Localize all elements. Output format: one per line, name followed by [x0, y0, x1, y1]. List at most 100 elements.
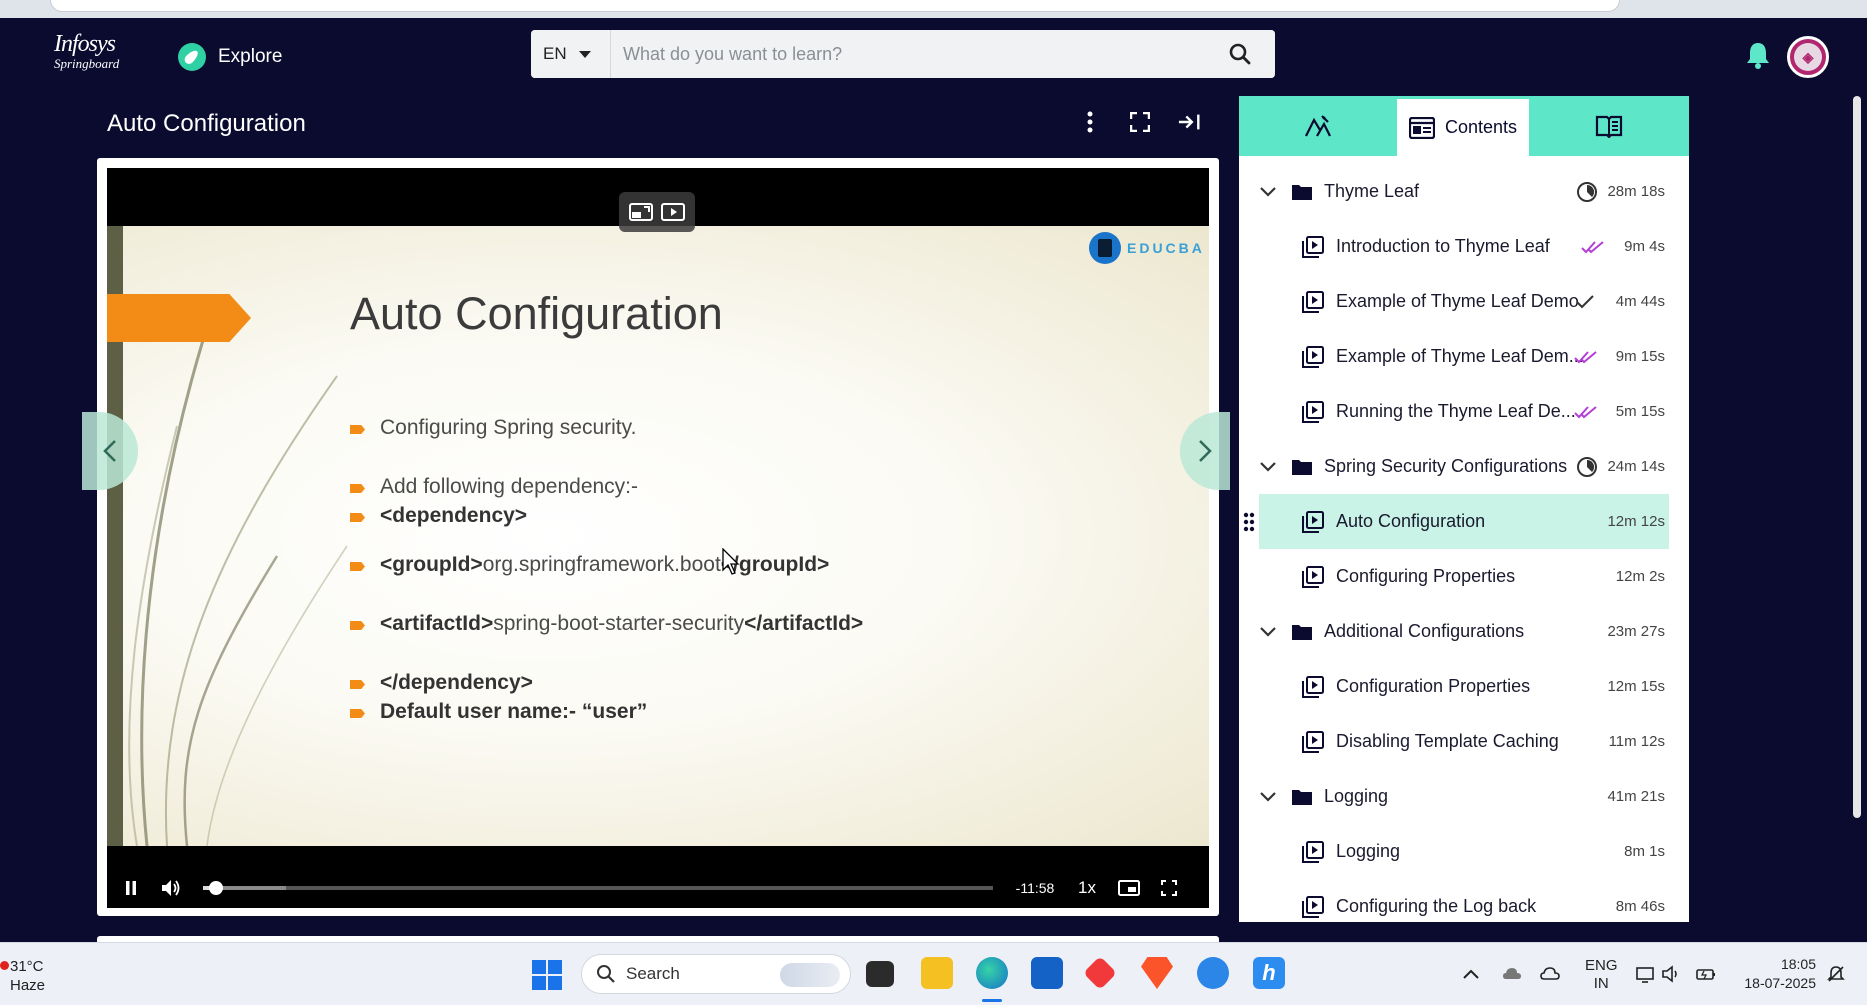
file-explorer-icon[interactable]: [921, 957, 953, 989]
chevron-down-icon[interactable]: [1259, 791, 1277, 803]
lesson-row[interactable]: Example of Thyme Leaf Dem... 9m 15s: [1239, 329, 1689, 384]
tab-book[interactable]: [1529, 96, 1689, 156]
duration: 23m 27s: [1607, 623, 1665, 640]
lesson-row[interactable]: Configuring Properties 12m 2s: [1239, 549, 1689, 604]
chevron-down-icon[interactable]: [1259, 626, 1277, 638]
pause-icon: [126, 881, 136, 895]
language-select[interactable]: EN: [531, 30, 611, 78]
scrollbar-thumb[interactable]: [1853, 96, 1861, 818]
lesson-row[interactable]: Running the Thyme Leaf De... 5m 15s: [1239, 384, 1689, 439]
edge-browser-icon[interactable]: [976, 957, 1008, 989]
chevron-down-icon[interactable]: [1259, 461, 1277, 473]
video-slide: EDUCBA Auto Configuration Configuring Sp…: [107, 226, 1209, 846]
help-app-icon[interactable]: [1197, 957, 1229, 989]
volume-icon: [162, 880, 180, 896]
check-icon: [1576, 294, 1594, 308]
section-name: Additional Configurations: [1324, 621, 1525, 641]
avatar[interactable]: ◈: [1787, 36, 1829, 78]
slide-bullet: <dependency>: [350, 504, 863, 528]
search-input[interactable]: [611, 30, 1205, 78]
lesson-row[interactable]: Configuring the Log back 8m 46s: [1239, 879, 1689, 922]
section-row[interactable]: Additional Configurations 23m 27s: [1239, 604, 1689, 659]
git-app-icon[interactable]: [1083, 956, 1117, 990]
clock-date: 18-07-2025: [1744, 975, 1816, 991]
duration: 12m 15s: [1607, 678, 1665, 695]
page-scrollbar[interactable]: [1853, 96, 1861, 942]
section-row[interactable]: Logging 41m 21s: [1239, 769, 1689, 824]
windows-start-icon[interactable]: [532, 960, 562, 990]
video-lesson-icon: [1302, 840, 1324, 863]
notification-center-icon[interactable]: [1826, 965, 1846, 983]
active-app-indicator: [982, 999, 1002, 1002]
brave-browser-icon[interactable]: [1141, 957, 1173, 989]
chevron-up-icon[interactable]: [1461, 965, 1481, 983]
duration: 8m 1s: [1624, 843, 1665, 860]
playback-speed-button[interactable]: 1x: [1065, 878, 1109, 898]
section-row[interactable]: Spring Security Configurations 24m 14s: [1239, 439, 1689, 494]
collapse-sidebar-button[interactable]: [1178, 110, 1202, 134]
section-row[interactable]: Thyme Leaf 28m 18s: [1239, 164, 1689, 219]
video-lesson-icon: [1302, 345, 1324, 368]
mouse-cursor-icon: [722, 548, 740, 575]
fullscreen-button[interactable]: [1128, 110, 1152, 134]
educba-mark-icon: [1089, 232, 1121, 264]
section-name: Logging: [1324, 786, 1389, 806]
onedrive-icon[interactable]: [1540, 965, 1560, 983]
lesson-row-current[interactable]: Auto Configuration 12m 12s: [1239, 494, 1689, 549]
lesson-name: Configuring Properties: [1336, 566, 1516, 586]
compass-icon: [178, 43, 206, 71]
language-indicator[interactable]: ENG IN: [1585, 957, 1618, 993]
address-bar[interactable]: [50, 0, 1620, 12]
taskbar-search[interactable]: Search: [581, 954, 851, 994]
clock[interactable]: 18:05 18-07-2025: [1734, 955, 1816, 993]
visual-search-icon[interactable]: [660, 200, 686, 224]
video-player[interactable]: EDUCBA Auto Configuration Configuring Sp…: [107, 168, 1209, 908]
duration: 41m 21s: [1607, 788, 1665, 805]
slide-bullet: <groupId>org.springframework.boot</group…: [350, 553, 863, 577]
lesson-row[interactable]: Configuration Properties 12m 15s: [1239, 659, 1689, 714]
explore-button[interactable]: Explore: [178, 42, 282, 72]
duration: 11m 12s: [1608, 733, 1665, 750]
slide-bullet: </dependency>: [350, 671, 863, 695]
player-fullscreen-button[interactable]: [1149, 868, 1189, 908]
lesson-row[interactable]: Disabling Template Caching 11m 12s: [1239, 714, 1689, 769]
cloud-icon[interactable]: [1502, 965, 1522, 983]
lesson-name: Configuring the Log back: [1336, 896, 1537, 916]
lesson-row[interactable]: Logging 8m 1s: [1239, 824, 1689, 879]
seek-bar[interactable]: [203, 881, 993, 895]
tab-contents[interactable]: Contents: [1397, 96, 1529, 156]
pause-button[interactable]: [111, 868, 151, 908]
drag-handle-icon[interactable]: [1243, 512, 1255, 532]
task-view-icon[interactable]: [866, 961, 894, 987]
network-icon[interactable]: [1636, 965, 1656, 983]
notifications-button[interactable]: [1744, 40, 1772, 70]
sidebar-tabs: Contents: [1239, 96, 1689, 156]
caret-down-icon: [578, 50, 591, 58]
seek-handle[interactable]: [208, 881, 223, 895]
lesson-title: Auto Configuration: [107, 110, 306, 137]
section-name: Thyme Leaf: [1324, 181, 1420, 201]
infosys-springboard-logo[interactable]: Infosys Springboard: [54, 32, 119, 70]
volume-button[interactable]: [151, 868, 191, 908]
hackerrank-icon[interactable]: h: [1253, 957, 1285, 989]
player-toolbar: [1078, 110, 1202, 134]
lesson-name: Disabling Template Caching: [1336, 731, 1559, 751]
speaker-icon[interactable]: [1662, 965, 1682, 983]
windows-taskbar: 31°C Haze Search h ENG IN 18:05 18-07-20…: [0, 942, 1867, 1005]
chevron-down-icon[interactable]: [1259, 186, 1277, 198]
search-button[interactable]: [1205, 30, 1275, 78]
educba-logo: EDUCBA: [1089, 232, 1205, 264]
lesson-row[interactable]: Example of Thyme Leaf Demo 4m 44s: [1239, 274, 1689, 329]
battery-icon[interactable]: [1696, 965, 1716, 983]
duration: 5m 15s: [1615, 403, 1665, 420]
contents-icon: [1408, 116, 1435, 139]
miniplayer-button[interactable]: [1109, 868, 1149, 908]
microsoft-store-icon[interactable]: [1031, 957, 1063, 989]
tab-notes[interactable]: [1239, 96, 1397, 156]
duration: 9m 15s: [1615, 348, 1665, 365]
more-options-button[interactable]: [1078, 110, 1102, 134]
weather-widget[interactable]: 31°C Haze: [0, 957, 45, 995]
more-vertical-icon: [1087, 111, 1093, 133]
picture-in-picture-icon[interactable]: [628, 200, 654, 224]
lesson-row[interactable]: Introduction to Thyme Leaf 9m 4s: [1239, 219, 1689, 274]
